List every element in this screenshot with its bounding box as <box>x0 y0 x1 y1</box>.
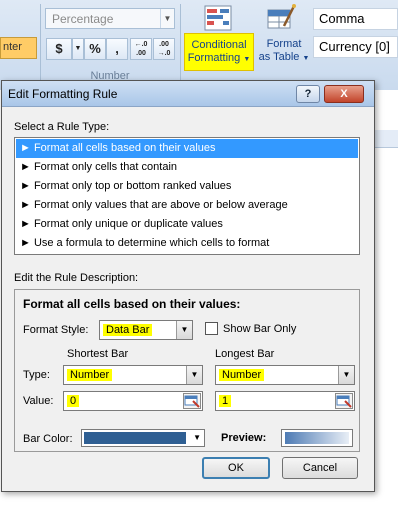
merge-center-button[interactable]: nter <box>0 37 37 59</box>
style-comma[interactable]: Comma <box>313 8 398 30</box>
bar-color-picker[interactable]: ▼ <box>81 429 205 447</box>
show-bar-only-label: Show Bar Only <box>223 323 297 335</box>
cancel-button[interactable]: Cancel <box>282 457 358 479</box>
shortest-type-value: Number <box>67 369 113 381</box>
ribbon: nter Percentage ▼ $ ▼ % , ←.0 .00 .00 →.… <box>0 0 398 90</box>
ribbon-separator <box>40 4 41 82</box>
shortest-bar-label: Shortest Bar <box>67 348 129 360</box>
longest-type-select[interactable]: Number ▼ <box>215 365 355 385</box>
preview-bar <box>285 432 349 444</box>
bar-color-swatch <box>84 432 186 444</box>
dialog-titlebar[interactable]: Edit Formatting Rule ? X <box>2 81 374 107</box>
longest-value: 1 <box>219 395 232 407</box>
show-bar-only-checkbox[interactable] <box>205 322 218 335</box>
currency-dropdown-arrow[interactable]: ▼ <box>72 38 84 60</box>
chevron-down-icon[interactable]: ▼ <box>338 366 354 384</box>
chevron-down-icon[interactable]: ▼ <box>193 433 201 442</box>
format-table-label-1: Format <box>266 38 302 50</box>
percent-style-button[interactable]: % <box>84 38 106 60</box>
format-as-table-icon[interactable] <box>266 4 296 32</box>
edit-description-label: Edit the Rule Description: <box>14 272 139 284</box>
ok-button[interactable]: OK <box>202 457 270 479</box>
rule-description-panel: Format all cells based on their values: … <box>14 289 360 452</box>
format-style-value: Data Bar <box>103 324 153 336</box>
longest-type-value: Number <box>219 369 265 381</box>
dialog-title: Edit Formatting Rule <box>8 87 118 101</box>
bar-color-label: Bar Color: <box>23 433 73 445</box>
preview-label: Preview: <box>221 432 267 444</box>
shortest-value: 0 <box>67 395 80 407</box>
longest-value-input[interactable]: 1 <box>215 391 355 411</box>
comma-style-button[interactable]: , <box>106 38 128 60</box>
chevron-down-icon[interactable]: ▼ <box>160 9 174 28</box>
select-rule-type-label: Select a Rule Type: <box>14 121 110 133</box>
longest-bar-label: Longest Bar <box>215 348 275 360</box>
conditional-formatting-icon[interactable] <box>203 4 233 32</box>
chevron-down-icon[interactable]: ▼ <box>186 366 202 384</box>
ribbon-separator <box>180 4 181 82</box>
description-title: Format all cells based on their values: <box>23 297 241 311</box>
rule-type-item[interactable]: ► Format only cells that contain <box>16 158 358 177</box>
cell-picker-icon[interactable] <box>183 393 201 409</box>
rule-type-item-selected[interactable]: ► Format all cells based on their values <box>16 139 358 158</box>
currency-button[interactable]: $ <box>46 38 72 60</box>
chevron-down-icon: ▼ <box>243 56 251 63</box>
edit-formatting-rule-dialog: Edit Formatting Rule ? X Select a Rule T… <box>1 80 375 492</box>
rule-type-item[interactable]: ► Format only unique or duplicate values <box>16 215 358 234</box>
data-bar-preview <box>281 429 353 447</box>
type-label: Type: <box>23 369 50 381</box>
chevron-down-icon: ▼ <box>302 55 310 62</box>
rule-type-item[interactable]: ► Use a formula to determine which cells… <box>16 234 358 253</box>
cell-picker-icon[interactable] <box>335 393 353 409</box>
rule-type-item[interactable]: ► Format only values that are above or b… <box>16 196 358 215</box>
shortest-type-select[interactable]: Number ▼ <box>63 365 203 385</box>
increase-decimal-button[interactable]: ←.0 .00 <box>130 38 152 60</box>
shortest-value-input[interactable]: 0 <box>63 391 203 411</box>
conditional-formatting-button[interactable]: Conditional Formatting ▼ <box>184 33 254 71</box>
conditional-formatting-label-1: Conditional <box>191 39 247 51</box>
format-table-label-2: as Table <box>258 51 300 63</box>
format-style-select[interactable]: Data Bar ▼ <box>99 320 193 340</box>
format-style-label: Format Style: <box>23 324 89 336</box>
conditional-formatting-label-2: Formatting <box>187 52 241 64</box>
value-label: Value: <box>23 395 54 407</box>
rule-type-item[interactable]: ► Format only top or bottom ranked value… <box>16 177 358 196</box>
decrease-decimal-button[interactable]: .00 →.0 <box>153 38 175 60</box>
format-as-table-button[interactable]: Format as Table ▼ <box>256 38 312 65</box>
close-button[interactable]: X <box>324 85 364 103</box>
number-format-value: Percentage <box>52 12 114 26</box>
number-format-dropdown[interactable]: Percentage ▼ <box>45 8 175 29</box>
help-button[interactable]: ? <box>296 85 320 103</box>
rule-type-list[interactable]: ► Format all cells based on their values… <box>14 137 360 255</box>
chevron-down-icon[interactable]: ▼ <box>176 321 192 339</box>
style-currency[interactable]: Currency [0] <box>313 36 398 58</box>
